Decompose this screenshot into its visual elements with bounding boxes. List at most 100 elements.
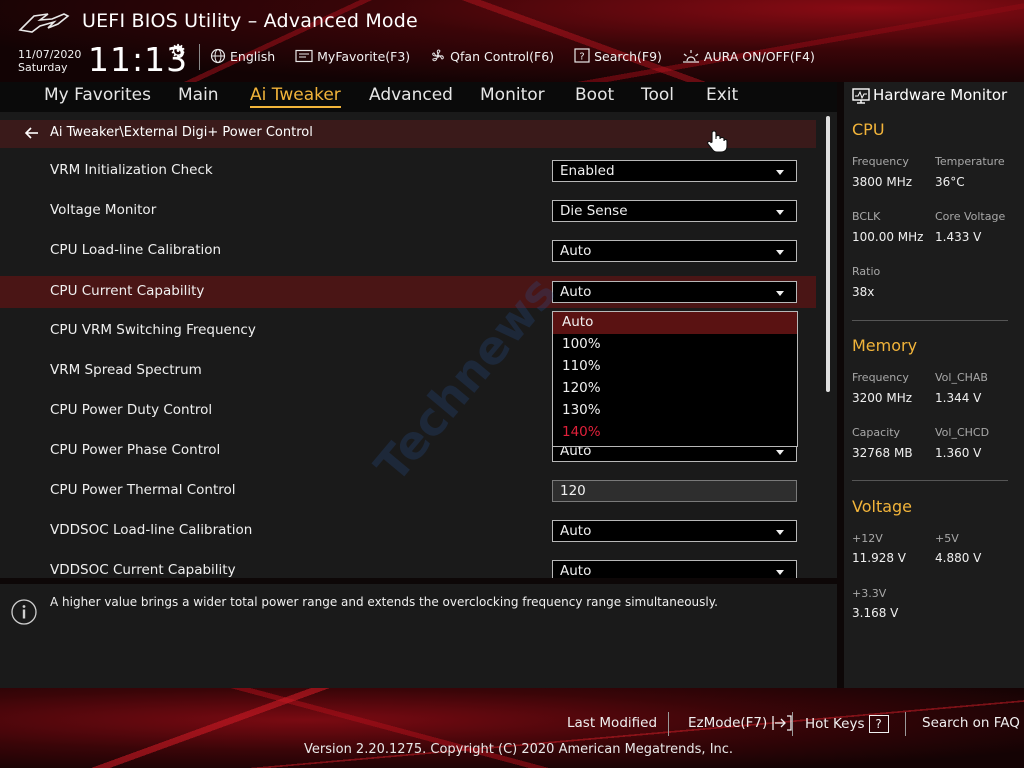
- day-text: Saturday: [18, 61, 68, 74]
- input-value: 120: [560, 483, 586, 499]
- qfan-control-button[interactable]: Qfan Control(F6): [430, 46, 554, 66]
- setting-row-vddsoc-load-line-calibration[interactable]: VDDSOC Load-line Calibration Auto: [0, 515, 816, 547]
- vol-chab-label: Vol_CHAB: [935, 371, 988, 384]
- vol-chcd-value: 1.360 V: [935, 446, 982, 460]
- footer-divider: [792, 712, 793, 736]
- fan-icon: [432, 49, 444, 62]
- globe-icon: [210, 48, 226, 64]
- v33-label: +3.3V: [852, 587, 887, 600]
- copyright: Version 2.20.1275. Copyright (C) 2020 Am…: [304, 742, 734, 757]
- menu-boot[interactable]: Boot: [575, 85, 614, 105]
- ratio-label: Ratio: [852, 265, 881, 278]
- search-button[interactable]: ? Search(F9): [574, 46, 662, 66]
- setting-label: CPU VRM Switching Frequency: [50, 322, 256, 338]
- option-100[interactable]: 100%: [553, 334, 797, 356]
- settings-panel: Ai Tweaker\External Digi+ Power Control …: [0, 112, 837, 578]
- v33-value: 3.168 V: [852, 606, 899, 620]
- dropdown-value: Auto: [560, 284, 592, 300]
- ratio-value: 38x: [852, 285, 875, 299]
- dropdown-value: Auto: [560, 563, 592, 578]
- date-text: 11/07/2020: [18, 48, 82, 61]
- chevron-down-icon: [776, 570, 784, 575]
- setting-row-vddsoc-current-capability[interactable]: VDDSOC Current Capability Auto: [0, 555, 816, 578]
- hot-keys-key-icon: ?: [868, 715, 889, 733]
- chevron-down-icon: [776, 291, 784, 296]
- help-panel: A higher value brings a wider total powe…: [0, 584, 837, 688]
- search-label: Search(F9): [594, 48, 662, 64]
- setting-row-voltage-monitor[interactable]: Voltage Monitor Die Sense: [0, 195, 816, 227]
- help-text: A higher value brings a wider total powe…: [50, 595, 718, 609]
- info-icon: [11, 599, 37, 625]
- toolbar: English MyFavorite(F3) Qfan Control(F6) …: [210, 46, 835, 66]
- app-title: UEFI BIOS Utility – Advanced Mode: [82, 10, 418, 32]
- setting-label: VRM Initialization Check: [50, 162, 213, 178]
- menu-advanced[interactable]: Advanced: [369, 85, 453, 105]
- search-faq-button[interactable]: Search on FAQ: [922, 715, 1020, 731]
- option-120[interactable]: 120%: [553, 378, 797, 400]
- scrollbar[interactable]: [826, 116, 830, 392]
- cpu-load-line-calibration-dropdown[interactable]: Auto: [552, 240, 797, 262]
- setting-label: CPU Current Capability: [50, 283, 205, 299]
- gear-icon[interactable]: ⚙: [170, 41, 186, 62]
- cpu-power-thermal-control-input[interactable]: 120: [552, 480, 797, 502]
- setting-label: CPU Power Phase Control: [50, 442, 221, 458]
- voltage-monitor-dropdown[interactable]: Die Sense: [552, 200, 797, 222]
- capacity-value: 32768 MB: [852, 446, 913, 460]
- breadcrumb: Ai Tweaker\External Digi+ Power Control: [50, 125, 313, 140]
- ezmode-button[interactable]: EzMode(F7): [688, 715, 793, 731]
- myfavorite-label: MyFavorite(F3): [317, 48, 411, 64]
- cpu-current-capability-options: Auto 100% 110% 120% 130% 140%: [552, 311, 798, 447]
- menu-my-favorites[interactable]: My Favorites: [44, 85, 151, 105]
- menu-ai-tweaker[interactable]: Ai Tweaker: [250, 85, 341, 108]
- setting-label: Voltage Monitor: [50, 202, 157, 218]
- option-140[interactable]: 140%: [553, 422, 797, 444]
- myfavorite-button[interactable]: MyFavorite(F3): [295, 46, 410, 66]
- bclk-label: BCLK: [852, 210, 881, 223]
- option-auto[interactable]: Auto: [553, 312, 797, 334]
- monitor-icon: [852, 88, 870, 104]
- back-arrow-icon[interactable]: [24, 125, 40, 141]
- memory-frequency-label: Frequency: [852, 371, 909, 384]
- search-help-icon: ?: [574, 48, 590, 63]
- option-110[interactable]: 110%: [553, 356, 797, 378]
- hardware-monitor-panel: Hardware Monitor CPU Frequency 3800 MHz …: [844, 82, 1024, 688]
- menu-exit[interactable]: Exit: [706, 85, 738, 105]
- aura-toggle-button[interactable]: AURA ON/OFF(F4): [682, 46, 815, 66]
- setting-row-cpu-current-capability[interactable]: CPU Current Capability Auto: [0, 276, 816, 308]
- favorite-icon: [295, 49, 313, 63]
- vol-chab-value: 1.344 V: [935, 391, 982, 405]
- chevron-down-icon: [776, 530, 784, 535]
- menu-main[interactable]: Main: [178, 85, 219, 105]
- hot-keys-button[interactable]: Hot Keys ?: [805, 715, 889, 733]
- setting-row-vrm-initialization-check[interactable]: VRM Initialization Check Enabled: [0, 155, 816, 187]
- setting-row-cpu-power-thermal-control[interactable]: CPU Power Thermal Control 120: [0, 475, 816, 507]
- v5-value: 4.880 V: [935, 551, 982, 565]
- chevron-down-icon: [776, 450, 784, 455]
- setting-row-cpu-load-line-calibration[interactable]: CPU Load-line Calibration Auto: [0, 235, 816, 267]
- vddsoc-load-line-calibration-dropdown[interactable]: Auto: [552, 520, 797, 542]
- vddsoc-current-capability-dropdown[interactable]: Auto: [552, 560, 797, 578]
- language-label: English: [230, 48, 276, 64]
- dropdown-value: Auto: [560, 243, 592, 259]
- vrm-initialization-check-dropdown[interactable]: Enabled: [552, 160, 797, 182]
- cpu-frequency-value: 3800 MHz: [852, 175, 913, 189]
- bclk-value: 100.00 MHz: [852, 230, 924, 244]
- last-modified-button[interactable]: Last Modified: [567, 715, 657, 731]
- cpu-frequency-label: Frequency: [852, 155, 909, 168]
- header-divider: [199, 44, 200, 70]
- rog-logo-icon: [18, 13, 70, 33]
- voltage-heading: Voltage: [852, 497, 913, 516]
- cpu-current-capability-dropdown[interactable]: Auto: [552, 281, 797, 303]
- chevron-down-icon: [776, 250, 784, 255]
- menu-monitor[interactable]: Monitor: [480, 85, 545, 105]
- option-130[interactable]: 130%: [553, 400, 797, 422]
- memory-heading: Memory: [852, 336, 918, 355]
- hardware-monitor-title: Hardware Monitor: [873, 86, 1008, 104]
- date-display: 11/07/2020 Saturday: [18, 48, 81, 74]
- main-menu: My Favorites Main Ai Tweaker Advanced Mo…: [0, 82, 837, 112]
- menu-tool[interactable]: Tool: [641, 85, 674, 105]
- dropdown-value: Enabled: [560, 163, 615, 179]
- setting-label: VDDSOC Current Capability: [50, 562, 236, 578]
- language-button[interactable]: English: [210, 46, 275, 66]
- setting-label: CPU Load-line Calibration: [50, 242, 222, 258]
